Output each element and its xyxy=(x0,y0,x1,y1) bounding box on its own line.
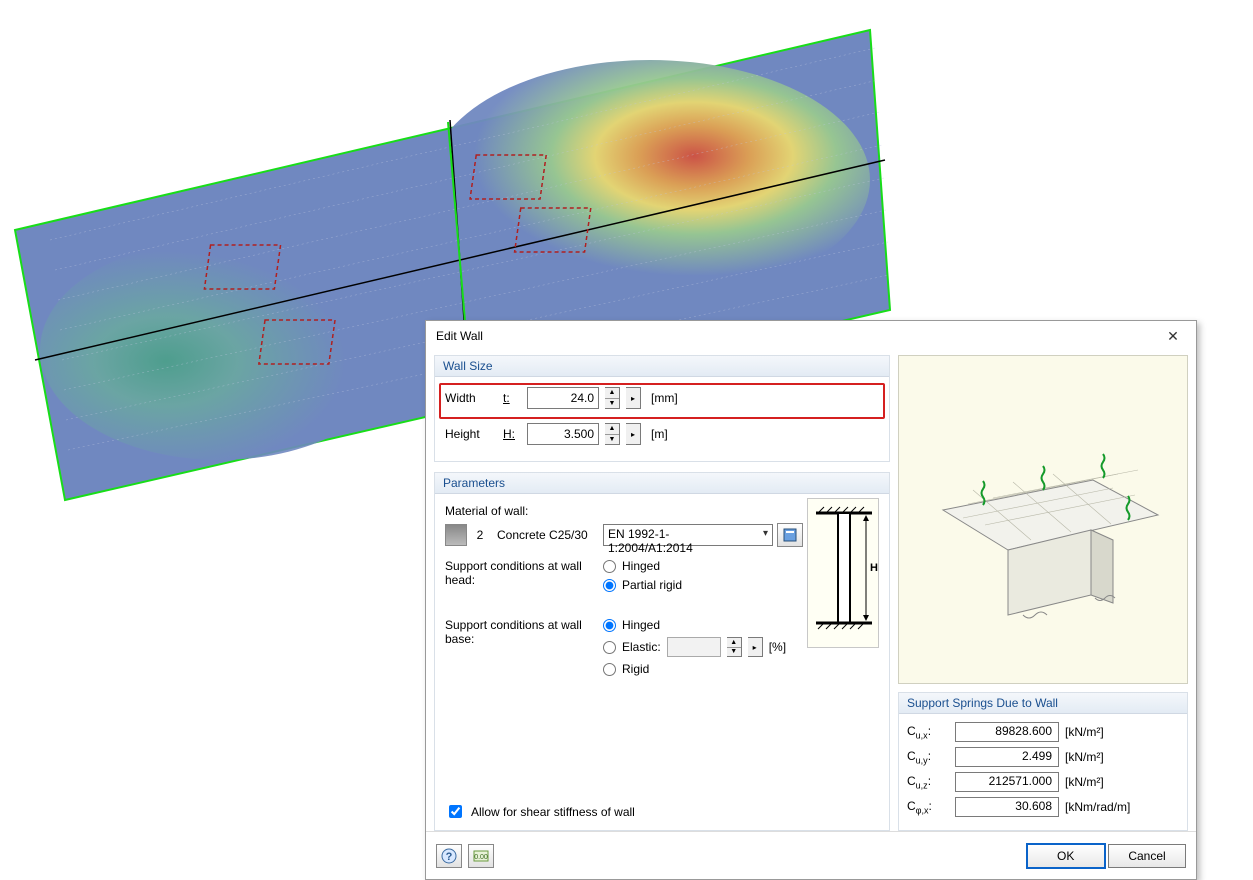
base-hinged-radio[interactable]: Hinged xyxy=(603,618,786,632)
material-name: Concrete C25/30 xyxy=(493,525,599,545)
spring-value: 89828.600 xyxy=(955,722,1059,742)
help-button[interactable]: ? xyxy=(436,844,462,868)
spring-unit: [kN/m²] xyxy=(1065,725,1104,739)
close-button[interactable]: ✕ xyxy=(1158,325,1188,347)
elastic-unit: [%] xyxy=(769,640,786,654)
spring-value: 30.608 xyxy=(955,797,1059,817)
height-unit: [m] xyxy=(651,427,668,441)
units-button[interactable]: 0.00 xyxy=(468,844,494,868)
dialog-titlebar[interactable]: Edit Wall ✕ xyxy=(426,321,1196,351)
wall-size-panel: Wall Size Width t: ▲▼ ▸ [mm] Height xyxy=(434,355,890,462)
head-partial-rigid-radio[interactable]: Partial rigid xyxy=(603,578,682,592)
material-code-select[interactable]: EN 1992-1-1:2004/A1:2014 xyxy=(603,524,773,546)
width-label: Width xyxy=(445,391,497,405)
book-icon xyxy=(783,528,797,542)
spring-unit: [kNm/rad/m] xyxy=(1065,800,1130,814)
spring-row: Cu,x: 89828.600 [kN/m²] xyxy=(907,722,1179,742)
spring-symbol: Cu,z: xyxy=(907,774,949,790)
dialog-title: Edit Wall xyxy=(436,329,483,343)
material-swatch-icon xyxy=(445,524,467,546)
elastic-step-button[interactable]: ▸ xyxy=(748,637,763,657)
spring-unit: [kN/m²] xyxy=(1065,775,1104,789)
height-input[interactable] xyxy=(527,423,599,445)
spring-symbol: Cu,x: xyxy=(907,724,949,740)
spring-row: Cu,y: 2.499 [kN/m²] xyxy=(907,747,1179,767)
wall-size-heading: Wall Size xyxy=(435,356,889,377)
spring-unit: [kN/m²] xyxy=(1065,750,1104,764)
svg-text:0.00: 0.00 xyxy=(474,854,488,861)
support-springs-panel: Support Springs Due to Wall Cu,x: 89828.6… xyxy=(898,692,1188,831)
spring-value: 212571.000 xyxy=(955,772,1059,792)
width-unit: [mm] xyxy=(651,391,678,405)
support-base-label: Support conditions at wall base: xyxy=(445,618,585,676)
base-rigid-radio[interactable]: Rigid xyxy=(603,662,786,676)
height-label: Height xyxy=(445,427,497,441)
units-icon: 0.00 xyxy=(473,848,489,864)
edit-wall-dialog: Edit Wall ✕ Wall Size Width t: ▲▼ ▸ [mm xyxy=(425,320,1197,880)
parameters-heading: Parameters xyxy=(435,473,889,494)
elastic-value-field[interactable] xyxy=(667,637,721,657)
springs-heading: Support Springs Due to Wall xyxy=(899,693,1187,714)
height-step-button[interactable]: ▸ xyxy=(626,423,641,445)
base-elastic-radio[interactable]: Elastic: ▲▼ ▸ [%] xyxy=(603,637,786,657)
support-head-label: Support conditions at wall head: xyxy=(445,559,585,592)
head-hinged-radio[interactable]: Hinged xyxy=(603,559,682,573)
parameters-panel: Parameters Material of wall: 2 Concrete … xyxy=(434,472,890,831)
library-button[interactable] xyxy=(777,523,803,547)
width-row-highlight: Width t: ▲▼ ▸ [mm] xyxy=(439,383,885,419)
width-symbol: t: xyxy=(503,391,521,405)
material-index: 2 xyxy=(471,528,489,542)
wall-preview-3d xyxy=(898,355,1188,684)
height-spinner[interactable]: ▲▼ xyxy=(605,423,620,445)
ok-button[interactable]: OK xyxy=(1027,844,1105,868)
spring-symbol: Cφ,x: xyxy=(907,799,949,815)
spring-symbol: Cu,y: xyxy=(907,749,949,765)
spring-value: 2.499 xyxy=(955,747,1059,767)
spring-row: Cu,z: 212571.000 [kN/m²] xyxy=(907,772,1179,792)
help-icon: ? xyxy=(441,848,457,864)
height-symbol: H: xyxy=(503,427,521,441)
width-spinner[interactable]: ▲▼ xyxy=(605,387,620,409)
svg-text:H: H xyxy=(870,562,878,574)
cancel-button[interactable]: Cancel xyxy=(1108,844,1186,868)
svg-text:?: ? xyxy=(446,851,453,863)
shear-stiffness-checkbox[interactable]: Allow for shear stiffness of wall xyxy=(445,802,635,821)
elastic-spinner[interactable]: ▲▼ xyxy=(727,637,742,657)
width-step-button[interactable]: ▸ xyxy=(626,387,641,409)
dialog-footer: ? 0.00 OK Cancel xyxy=(426,831,1196,879)
wall-schematic-icon: H xyxy=(807,498,879,648)
spring-row: Cφ,x: 30.608 [kNm/rad/m] xyxy=(907,797,1179,817)
width-input[interactable] xyxy=(527,387,599,409)
